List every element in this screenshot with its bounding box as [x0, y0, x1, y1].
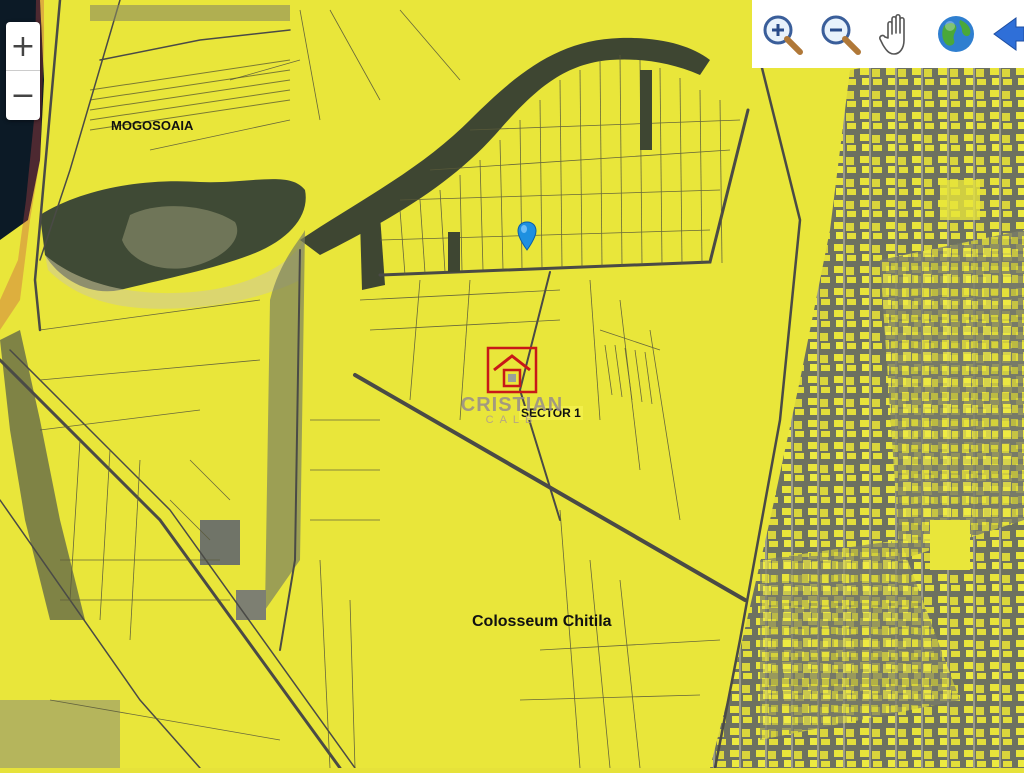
label-sector-1: SECTOR 1 [519, 406, 583, 420]
cadastral-map-layer [0, 0, 1024, 770]
back-arrow-icon [993, 17, 1024, 51]
globe-icon [938, 16, 974, 52]
zoom-in-button[interactable]: + [6, 22, 40, 71]
label-mogosoaia: MOGOSOAIA [111, 118, 194, 133]
zoom-in-magnifier-icon [763, 15, 803, 55]
back-tool-button[interactable] [990, 10, 1024, 58]
map-zoom-control: + − [6, 22, 40, 120]
label-colosseum-chitila: Colosseum Chitila [472, 613, 612, 630]
zoom-out-tool-button[interactable] [816, 10, 864, 58]
map-toolbar [752, 0, 1024, 68]
location-pin-icon[interactable] [517, 221, 537, 251]
pan-hand-icon [879, 13, 905, 55]
zoom-out-button[interactable]: − [6, 71, 40, 120]
pan-tool-button[interactable] [874, 10, 922, 58]
map-canvas[interactable]: MOGOSOAIA SECTOR 1 Colosseum Chitila CRI… [0, 0, 1024, 770]
globe-tool-button[interactable] [932, 10, 980, 58]
zoom-out-magnifier-icon [821, 15, 861, 55]
zoom-in-tool-button[interactable] [758, 10, 806, 58]
